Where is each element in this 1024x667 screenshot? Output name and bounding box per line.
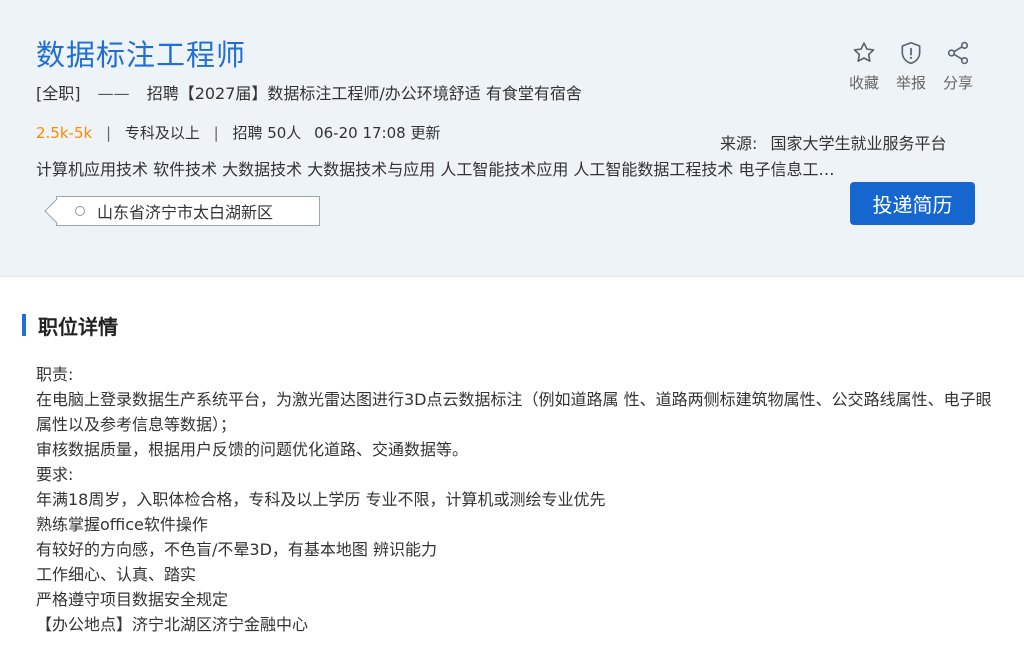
job-type: [全职] [36, 84, 81, 103]
description-line: 熟练掌握office软件操作 [36, 515, 208, 534]
description-line: 有较好的方向感，不色盲/不晕3D，有基本地图 辨识能力 [36, 540, 437, 559]
job-description: 职责: 在电脑上登录数据生产系统平台，为激光雷达图进行3D点云数据标注（例如道路… [36, 362, 998, 637]
favorite-button[interactable]: 收藏 [844, 40, 884, 93]
job-source: 来源: 国家大学生就业服务平台 [720, 130, 947, 154]
description-line: 职责: [36, 365, 74, 384]
report-button[interactable]: 举报 [891, 40, 931, 93]
description-line: 严格遵守项目数据安全规定 [36, 590, 229, 609]
report-label: 举报 [895, 74, 926, 92]
location-tag: 山东省济宁市太白湖新区 [44, 196, 320, 226]
meta-separator: | [105, 124, 112, 142]
favorite-label: 收藏 [848, 74, 879, 92]
description-line: 【办公地点】济宁北湖区济宁金融中心 [36, 615, 309, 634]
location-text: 山东省济宁市太白湖新区 [97, 203, 274, 222]
job-meta: 2.5k-5k | 专科及以上 | 招聘 50人 06-20 17:08 更新 [36, 122, 440, 143]
subtitle-dash: —— [97, 84, 130, 103]
description-line: 要求: [36, 465, 74, 484]
job-subtitle: [全职] —— 招聘【2027届】数据标注工程师/办公环境舒适 有食堂有宿舍 [36, 80, 582, 104]
major-list: 计算机应用技术 软件技术 大数据技术 大数据技术与应用 人工智能技术应用 人工智… [36, 160, 836, 179]
description-line: 在电脑上登录数据生产系统平台，为激光雷达图进行3D点云数据标注（例如道路属 性、… [36, 390, 992, 434]
apply-resume-button[interactable]: 投递简历 [850, 182, 975, 225]
job-header: 数据标注工程师 [全职] —— 招聘【2027届】数据标注工程师/办公环境舒适 … [0, 0, 1024, 277]
job-headline: 招聘【2027届】数据标注工程师/办公环境舒适 有食堂有宿舍 [146, 84, 582, 103]
shield-alert-icon [901, 41, 921, 65]
share-icon [947, 41, 969, 65]
source-label: 来源: [720, 134, 758, 153]
section-accent-bar [22, 314, 26, 336]
location-dot-icon [75, 206, 85, 216]
meta-separator: | [213, 124, 219, 142]
salary-range: 2.5k-5k [36, 124, 93, 142]
job-title: 数据标注工程师 [36, 38, 247, 72]
action-group: 收藏 举报 分享 [844, 40, 980, 100]
hiring-count: 招聘 50人 [232, 124, 302, 142]
description-line: 年满18周岁，入职体检合格，专科及以上学历 专业不限，计算机或测绘专业优先 [36, 490, 606, 509]
star-icon [853, 42, 875, 62]
update-time: 06-20 17:08 更新 [314, 124, 441, 142]
source-name: 国家大学生就业服务平台 [770, 134, 947, 153]
description-line: 审核数据质量，根据用户反馈的问题优化道路、交通数据等。 [36, 440, 469, 459]
education-requirement: 专科及以上 [124, 124, 200, 142]
share-label: 分享 [942, 74, 973, 92]
share-button[interactable]: 分享 [938, 40, 978, 93]
description-line: 工作细心、认真、踏实 [36, 565, 197, 584]
location-tag-notch [44, 198, 70, 224]
section-title: 职位详情 [38, 315, 118, 339]
